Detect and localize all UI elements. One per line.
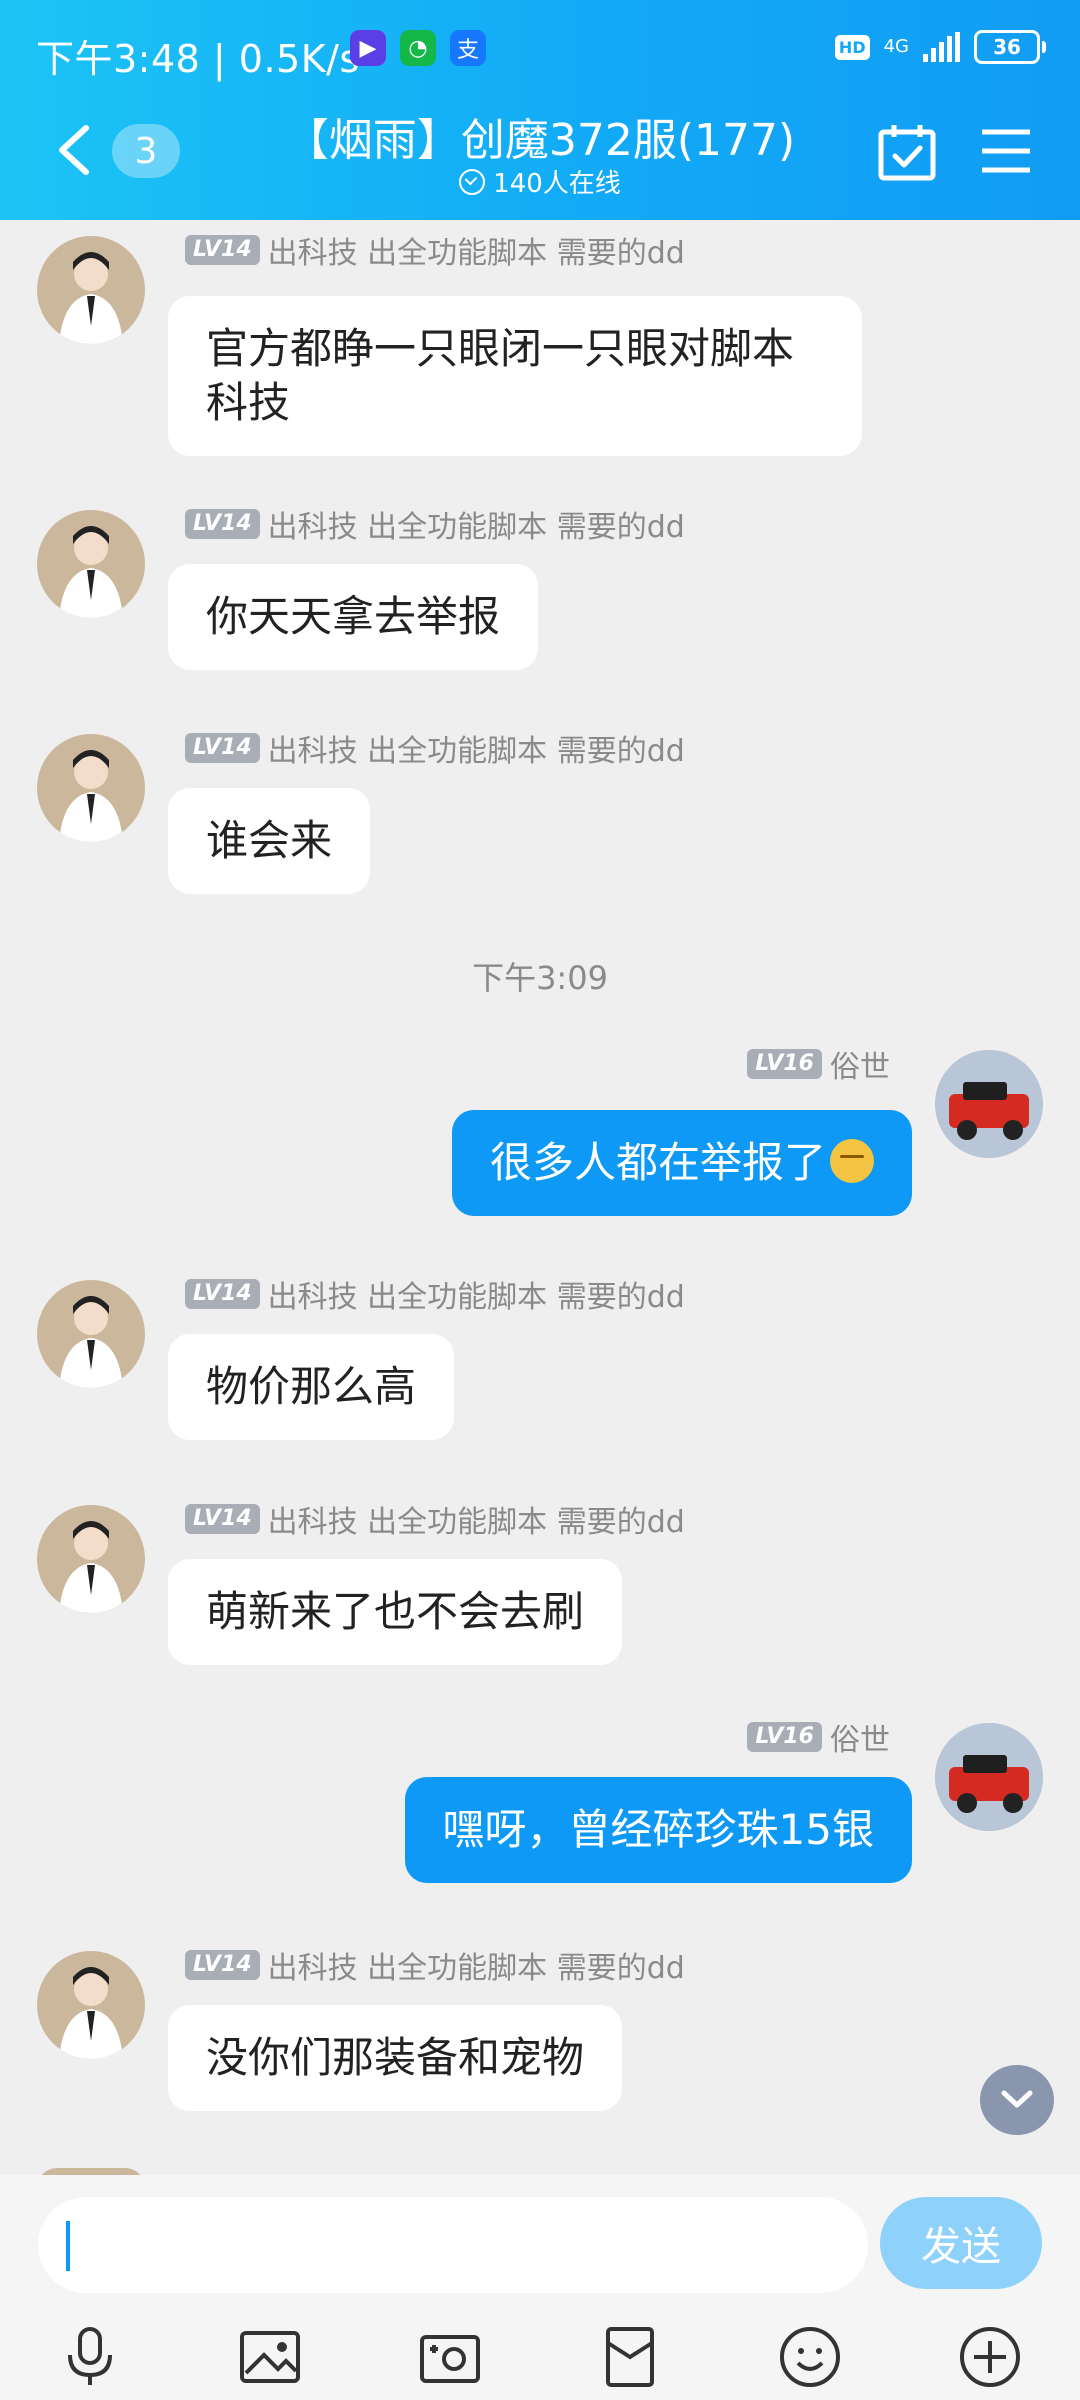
sender-info: LV14 出科技 出全功能脚本 需要的dd (185, 1943, 685, 1987)
text-caret (66, 2221, 70, 2271)
avatar[interactable] (37, 510, 145, 618)
signal-icon (923, 32, 960, 62)
avatar[interactable] (37, 1505, 145, 1613)
send-button[interactable]: 发送 (880, 2197, 1042, 2289)
message-input[interactable] (38, 2197, 868, 2293)
message-timestamp: 下午3:09 (472, 959, 608, 997)
input-bar: 发送 (0, 2175, 1080, 2400)
message-bubble[interactable]: 很多人都在举报了 (451, 1110, 912, 1216)
input-toolbar (0, 2325, 1080, 2395)
online-count-label: 140人在线 (493, 169, 621, 199)
emoji-icon[interactable] (778, 2325, 842, 2389)
microphone-icon[interactable] (58, 2325, 122, 2389)
avatar[interactable] (935, 1723, 1043, 1831)
sender-name[interactable]: 出科技 出全功能脚本 需要的dd (268, 726, 685, 770)
chevron-down-icon (1001, 2090, 1033, 2108)
sender-info: LV14 出科技 出全功能脚本 需要的dd (185, 726, 685, 770)
network-label: 4G (883, 36, 909, 57)
status-time: 下午3:48 | 0.5K/s (36, 37, 360, 81)
message-bubble[interactable]: 物价那么高 (168, 1334, 455, 1440)
message-bubble[interactable]: 萌新来了也不会去刷 (168, 1559, 623, 1665)
alipay-icon: 支 (450, 30, 486, 66)
message-bubble[interactable]: 你天天拿去举报 (168, 564, 539, 670)
avatar[interactable] (37, 1280, 145, 1388)
sender-name[interactable]: 出科技 出全功能脚本 需要的dd (268, 228, 685, 272)
level-badge: LV14 (185, 1950, 260, 1980)
message-list[interactable]: LV14 出科技 出全功能脚本 需要的dd 官方都睁一只眼闭一只眼对脚本科技 L… (0, 220, 1080, 2175)
message-text: 很多人都在举报了 (489, 1138, 826, 1187)
chat-header: 下午3:48 | 0.5K/s ▶ ◔ 支 HD 4G 36 3 【烟雨】创魔3… (0, 0, 1080, 220)
level-badge: LV14 (185, 733, 260, 763)
status-bar: 下午3:48 | 0.5K/s ▶ ◔ 支 HD 4G 36 (0, 0, 1080, 100)
sender-info: LV16 俗世 (747, 1715, 890, 1759)
level-badge: LV16 (747, 1722, 822, 1752)
hd-icon: HD (834, 34, 870, 60)
message-bubble[interactable]: 谁会来 (168, 788, 371, 894)
sender-info: LV14 出科技 出全功能脚本 需要的dd (185, 228, 685, 272)
sender-info: LV14 出科技 出全功能脚本 需要的dd (185, 1272, 685, 1316)
message-bubble[interactable]: 官方都睁一只眼闭一只眼对脚本科技 (168, 296, 862, 456)
sender-name[interactable]: 出科技 出全功能脚本 需要的dd (268, 1497, 685, 1541)
sender-name[interactable]: 俗世 (830, 1715, 890, 1759)
message-bubble[interactable]: 嘿呀，曾经碎珍珠15银 (404, 1777, 912, 1883)
avatar (37, 2168, 145, 2175)
sender-name[interactable]: 出科技 出全功能脚本 需要的dd (268, 1943, 685, 1987)
sender-name[interactable]: 俗世 (830, 1042, 890, 1086)
chat-app-icon: ◔ (400, 30, 436, 66)
avatar[interactable] (935, 1050, 1043, 1158)
level-badge: LV14 (185, 235, 260, 265)
plus-icon[interactable] (958, 2325, 1022, 2389)
level-badge: LV14 (185, 509, 260, 539)
image-icon[interactable] (238, 2325, 302, 2389)
sender-name[interactable]: 出科技 出全功能脚本 需要的dd (268, 502, 685, 546)
level-badge: LV16 (747, 1049, 822, 1079)
status-app-icons: ▶ ◔ 支 (350, 30, 486, 66)
scroll-to-bottom-button[interactable] (980, 2065, 1054, 2135)
avatar[interactable] (37, 734, 145, 842)
online-chevron-icon (459, 168, 486, 195)
sender-info: LV14 出科技 出全功能脚本 需要的dd (185, 502, 685, 546)
battery-icon: 36 (974, 30, 1046, 64)
calendar-check-icon[interactable] (878, 122, 936, 182)
network-type: 4G (884, 38, 909, 56)
menu-icon[interactable] (980, 128, 1032, 174)
avatar[interactable] (37, 1951, 145, 2059)
sender-info: LV16 俗世 (747, 1042, 890, 1086)
sender-name[interactable]: 出科技 出全功能脚本 需要的dd (268, 1272, 685, 1316)
status-indicators: HD 4G 36 (834, 30, 1046, 64)
sender-info: LV14 出科技 出全功能脚本 需要的dd (185, 1497, 685, 1541)
red-packet-icon[interactable] (598, 2325, 662, 2389)
avatar[interactable] (37, 236, 145, 344)
message-bubble[interactable]: 没你们那装备和宠物 (168, 2005, 623, 2111)
battery-level: 36 (993, 35, 1021, 59)
sweat-emoji-icon (830, 1139, 874, 1183)
level-badge: LV14 (185, 1279, 260, 1309)
video-app-icon: ▶ (350, 30, 386, 66)
camera-icon[interactable] (418, 2325, 482, 2389)
level-badge: LV14 (185, 1504, 260, 1534)
